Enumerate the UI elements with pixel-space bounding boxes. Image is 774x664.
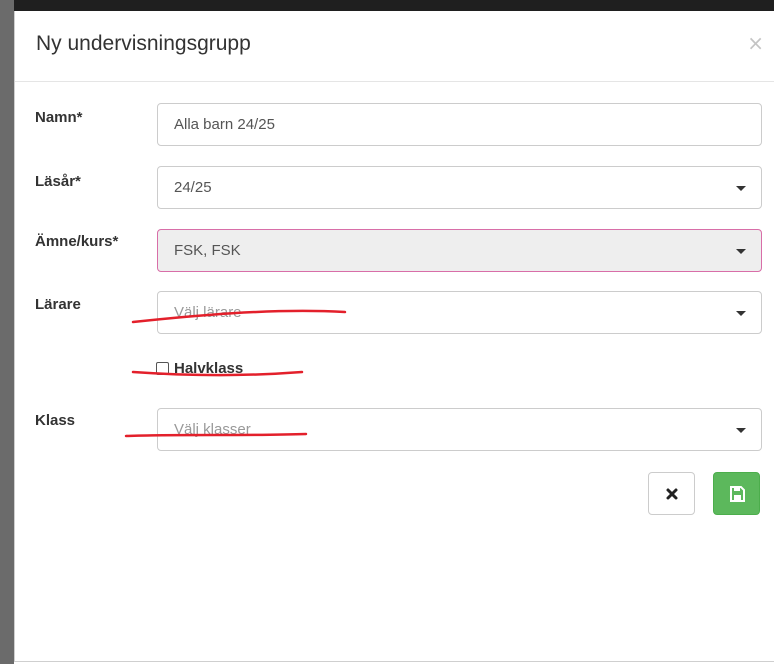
namn-value: Alla barn 24/25 (174, 116, 275, 133)
chevron-down-icon (736, 186, 746, 191)
chevron-down-icon (736, 428, 746, 433)
checkbox-icon[interactable] (156, 362, 169, 375)
close-icon (666, 488, 678, 500)
larare-placeholder: Välj lärare (174, 304, 242, 321)
amne-value: FSK, FSK (174, 242, 241, 259)
save-icon (730, 486, 745, 502)
save-button[interactable] (713, 472, 760, 515)
larare-select[interactable]: Välj lärare (157, 291, 762, 334)
backdrop (0, 0, 774, 11)
halvklass-checkbox[interactable]: Halvklass (156, 360, 243, 377)
larare-label: Lärare (35, 296, 81, 313)
cancel-button[interactable] (648, 472, 695, 515)
chevron-down-icon (736, 249, 746, 254)
lasar-select[interactable]: 24/25 (157, 166, 762, 209)
namn-label: Namn* (35, 109, 83, 126)
backdrop-left (0, 0, 14, 664)
klass-placeholder: Välj klasser (174, 421, 251, 438)
amne-label: Ämne/kurs* (35, 233, 119, 250)
klass-select[interactable]: Välj klasser (157, 408, 762, 451)
modal-title: Ny undervisningsgrupp (36, 32, 251, 55)
namn-input[interactable]: Alla barn 24/25 (157, 103, 762, 146)
modal-dialog: Ny undervisningsgrupp × Namn* Alla barn … (14, 11, 774, 662)
halvklass-label: Halvklass (174, 360, 244, 377)
close-icon[interactable]: × (747, 31, 764, 55)
lasar-value: 24/25 (174, 179, 212, 196)
lasar-label: Läsår* (35, 173, 81, 190)
chevron-down-icon (736, 311, 746, 316)
klass-label: Klass (35, 412, 76, 429)
modal-header: Ny undervisningsgrupp × (15, 11, 774, 82)
amne-select[interactable]: FSK, FSK (157, 229, 762, 272)
